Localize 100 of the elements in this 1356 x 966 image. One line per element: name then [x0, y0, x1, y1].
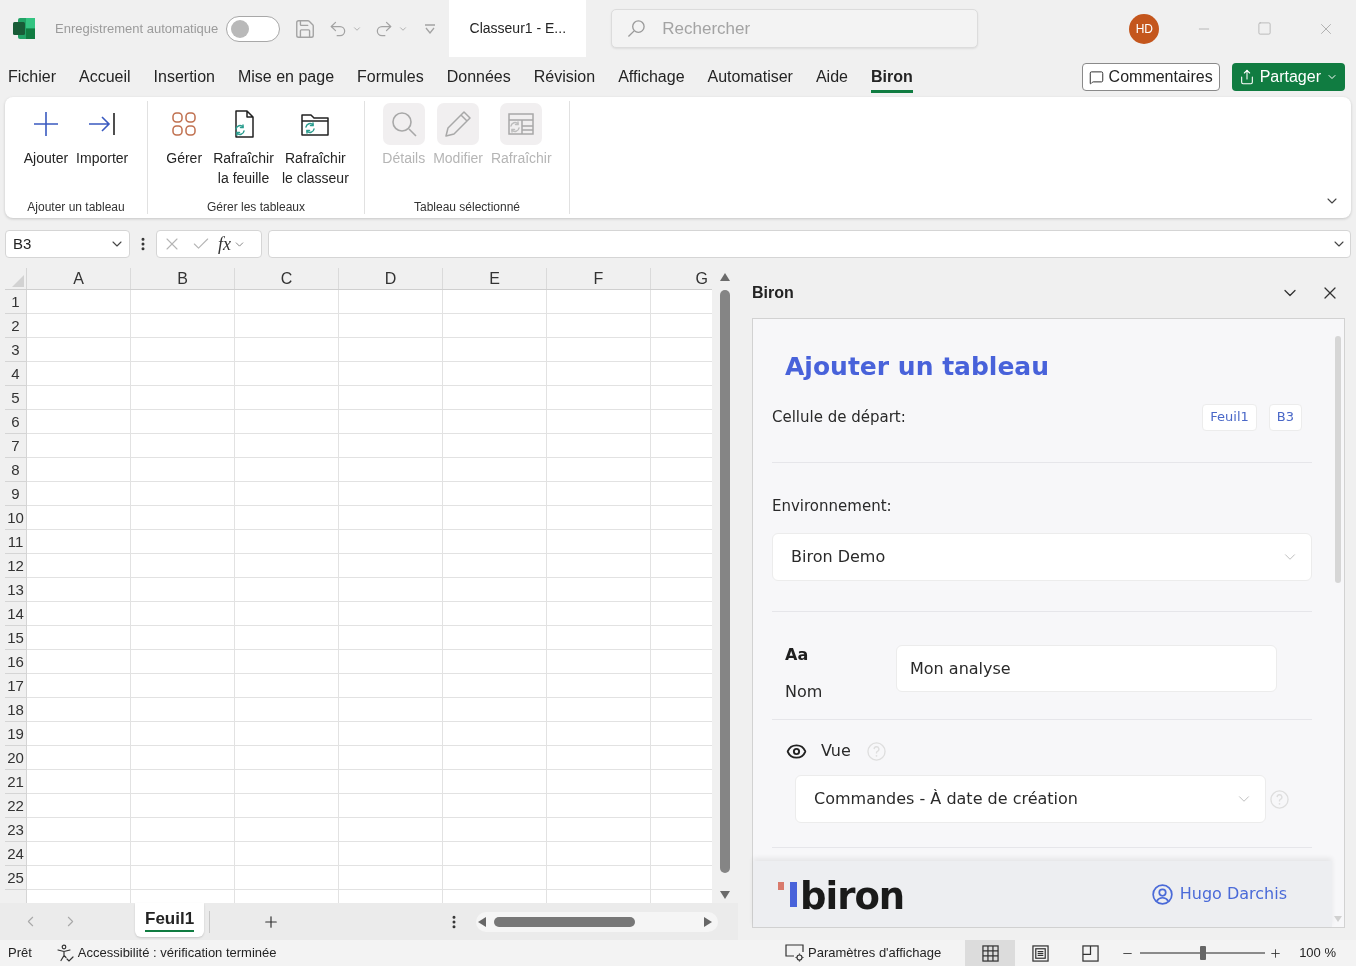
formula-input[interactable]	[268, 230, 1351, 258]
ribbon-group-label: Tableau sélectionné	[413, 199, 521, 216]
pane-title: Biron	[752, 283, 794, 303]
logo-wordmark: biron	[800, 877, 905, 915]
text-format-label: Aa	[785, 645, 809, 665]
row-header: 12	[5, 554, 26, 578]
start-cell-label: Cellule de départ:	[772, 406, 906, 428]
cell-reference-chip: Feuil1	[1202, 403, 1257, 431]
page-break-view-icon	[1081, 944, 1099, 962]
menu-tab[interactable]: Biron	[870, 61, 913, 93]
ribbon-button[interactable]: Ajouter	[19, 103, 73, 168]
user-circle-icon	[1151, 883, 1173, 905]
row-header: 10	[5, 506, 26, 530]
row-header: 6	[5, 410, 26, 434]
view-mode-button[interactable]	[965, 940, 1016, 966]
menu-tab[interactable]: Affichage	[618, 61, 685, 93]
row-header: 4	[5, 362, 26, 386]
status-text: Prêt	[8, 944, 32, 963]
column-header: A	[27, 268, 131, 289]
ribbon-button[interactable]: Rafraîchir la feuille	[209, 103, 278, 188]
row-header: 21	[5, 770, 26, 794]
vertical-scrollbar-thumb[interactable]	[719, 290, 730, 873]
document-title-tab[interactable]: Classeur1 - E...	[449, 0, 587, 57]
zoom-in-icon[interactable]	[1269, 946, 1283, 960]
user-link[interactable]: Hugo Darchis	[1151, 882, 1287, 906]
comments-button[interactable]: Commentaires	[1081, 63, 1220, 91]
horizontal-scrollbar-thumb[interactable]	[494, 916, 636, 927]
cell-reference-chip: B3	[1268, 403, 1302, 431]
ribbon-button[interactable]: Gérer	[159, 103, 210, 188]
column-header: B	[131, 268, 235, 289]
logo-mark-icon	[778, 881, 797, 907]
avatar[interactable]: HD	[1129, 13, 1160, 44]
row-header: 5	[5, 386, 26, 410]
insert-function-button[interactable]: fx	[218, 234, 231, 254]
column-header: D	[339, 268, 443, 289]
row-header: 17	[5, 674, 26, 698]
view-select[interactable]: Commandes - À date de création	[795, 775, 1266, 823]
row-header: 20	[5, 746, 26, 770]
menu-tab[interactable]: Automatiser	[707, 61, 793, 93]
ribbon-group-label: Gérer les tableaux	[206, 199, 306, 216]
row-header: 3	[5, 338, 26, 362]
scroll-right-arrow-icon[interactable]	[704, 916, 713, 927]
row-header: 23	[5, 818, 26, 842]
autosave-label: Enregistrement automatique	[55, 19, 219, 38]
display-settings-label[interactable]: Paramètres d'affichage	[808, 943, 942, 963]
page-view-icon	[1031, 944, 1049, 962]
name-input[interactable]: Mon analyse	[896, 645, 1277, 692]
share-button[interactable]: Partager	[1231, 63, 1345, 91]
menu-tab[interactable]: Formules	[357, 61, 424, 93]
share-icon	[1238, 69, 1255, 85]
menu-tab[interactable]: Fichier	[8, 61, 56, 93]
row-header: 24	[5, 842, 26, 866]
maximize-icon[interactable]	[1257, 21, 1273, 36]
environment-label: Environnement:	[772, 496, 892, 516]
vertical-scrollbar-thumb[interactable]	[1335, 336, 1341, 583]
table-refresh-icon	[500, 103, 543, 145]
menu-tab[interactable]: Révision	[533, 61, 596, 93]
search-icon	[627, 19, 647, 38]
save-icon[interactable]	[294, 17, 317, 40]
menu-tab[interactable]: Insertion	[153, 61, 215, 93]
environment-select[interactable]: Biron Demo	[772, 533, 1312, 581]
accessibility-check-icon[interactable]	[55, 944, 74, 962]
accessibility-status[interactable]: Accessibilité : vérification terminée	[77, 943, 277, 963]
zoom-percentage[interactable]: 100 %	[1299, 943, 1336, 963]
scroll-up-arrow-icon[interactable]	[719, 273, 730, 281]
help-icon[interactable]	[866, 741, 886, 761]
menu-tab[interactable]: Données	[446, 61, 511, 93]
row-header: 7	[5, 434, 26, 458]
search-field[interactable]: Rechercher	[611, 9, 979, 48]
row-header: 22	[5, 794, 26, 818]
select-all-triangle-icon[interactable]	[12, 275, 24, 287]
customize-caret-icon[interactable]	[424, 23, 437, 34]
column-header: E	[443, 268, 547, 289]
row-header: 2	[5, 314, 26, 338]
autosave-toggle[interactable]	[226, 15, 281, 42]
scroll-left-arrow-icon[interactable]	[478, 916, 487, 927]
name-box[interactable]: B3	[5, 230, 130, 258]
row-header: 9	[5, 482, 26, 506]
grid-view-icon	[981, 944, 999, 962]
zoom-slider-thumb[interactable]	[1199, 946, 1206, 960]
column-header: F	[547, 268, 651, 289]
row-header: 14	[5, 602, 26, 626]
sheet-tab[interactable]: Feuil1	[135, 903, 205, 937]
spreadsheet-app-icon	[13, 18, 35, 39]
row-header: 19	[5, 722, 26, 746]
pencil-icon	[437, 103, 480, 145]
menu-tab[interactable]: Accueil	[79, 61, 131, 93]
menu-tab[interactable]: Aide	[815, 61, 848, 93]
cell-grid[interactable]	[27, 290, 712, 903]
scroll-down-arrow-icon[interactable]	[719, 891, 730, 899]
menu-tab[interactable]: Mise en page	[237, 61, 335, 93]
ribbon-button[interactable]: Rafraîchir le classeur	[277, 103, 353, 188]
row-header: 13	[5, 578, 26, 602]
help-icon[interactable]	[1270, 789, 1289, 809]
row-header: 8	[5, 458, 26, 482]
row-header: 25	[5, 866, 26, 890]
view-label: Vue	[821, 740, 851, 762]
ribbon-button[interactable]: Importer	[72, 103, 133, 168]
monitor-gear-icon[interactable]	[785, 944, 806, 962]
search-icon	[382, 103, 425, 145]
